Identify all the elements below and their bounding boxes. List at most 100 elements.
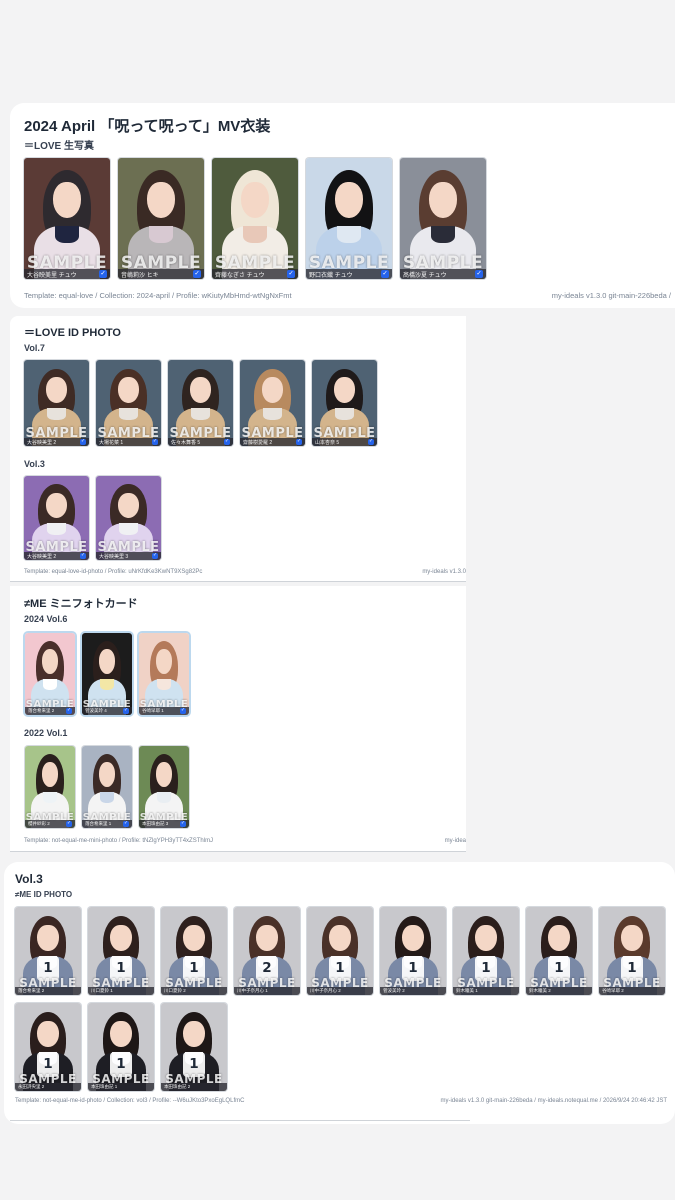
collection-subtitle: ≠ME ID PHOTO [15, 890, 73, 899]
photo-card[interactable]: SAMPLE 野口衣織 チュウ ✓ [306, 158, 392, 279]
member-name-bar: 大谷映美里 2 ✓ [24, 552, 89, 560]
photo-card[interactable]: 1 SAMPLE 鈴木瞳美 1 [453, 907, 519, 995]
collection-card-2024-april: 2024 April 「呪って呪って」MV衣装 ＝LOVE 生写真 SAMPLE… [10, 103, 675, 308]
group-label-vol7: Vol.7 [24, 343, 45, 353]
photo-card[interactable]: SAMPLE 菅波美玲 4 ✓ [82, 633, 132, 715]
photo-card[interactable]: 1 SAMPLE 川中子奈月心 2 [307, 907, 373, 995]
member-name-bar: 鈴木瞳美 1 [453, 987, 519, 995]
photo-card[interactable]: 1 SAMPLE 川口夏鈴 1 [88, 907, 154, 995]
photo-card[interactable]: 1 SAMPLE 本田珠由記 2 [161, 1003, 227, 1091]
member-name: 川中子奈月心 2 [310, 988, 341, 993]
member-name-bar: 大場花菜 1 ✓ [96, 438, 161, 446]
photo-card[interactable]: SAMPLE 音嶋莉沙 ヒキ ✓ [118, 158, 204, 279]
version-footer: my-ideals v1.3.0 git-main-226beda / my-i… [440, 1098, 667, 1104]
member-name-bar: 菅波美玲 2 [380, 987, 446, 995]
photo-card[interactable]: 1 SAMPLE 川口夏鈴 2 [161, 907, 227, 995]
photo-card[interactable]: SAMPLE 齋藤樹愛羅 2 ✓ [240, 360, 305, 446]
member-name-bar: 髙橋沙夏 チュウ ✓ [400, 269, 486, 279]
member-name: 永田詩央里 2 [18, 1084, 45, 1089]
photo-card[interactable]: SAMPLE 山本杏奈 5 ✓ [312, 360, 377, 446]
member-name-bar: 大谷映美里 3 ✓ [96, 552, 161, 560]
owned-check-icon[interactable]: ✓ [152, 439, 158, 445]
collection-subtitle: ＝LOVE 生写真 [24, 141, 95, 152]
collection-card-equal-love-id-photo: ＝LOVE ID PHOTO Vol.7 Vol.3 SAMPLE 大谷映美里 2… [10, 316, 466, 582]
owned-check-icon[interactable]: ✓ [368, 439, 374, 445]
member-name: 菅波美玲 2 [383, 988, 405, 993]
member-name-bar: 本田珠由記 1 [88, 1083, 154, 1091]
member-name: 齊藤なぎさ チュウ [215, 272, 265, 279]
member-name-bar: 谷崎早耶 1 ✓ [139, 707, 189, 715]
photo-card[interactable]: 1 SAMPLE 谷崎早耶 2 [599, 907, 665, 995]
member-name-bar: 齊藤なぎさ チュウ ✓ [212, 269, 298, 279]
photo-card[interactable]: 1 SAMPLE 落合希来里 2 [15, 907, 81, 995]
owned-check-icon[interactable]: ✓ [180, 708, 186, 714]
member-name-bar: 川口夏鈴 2 [161, 987, 227, 995]
version-footer: my-ideals v1.3.0 [422, 569, 466, 575]
photo-card[interactable]: SAMPLE 大谷映美里 2 ✓ [24, 360, 89, 446]
divider [10, 1120, 470, 1121]
collection-card-not-equal-me-id-photo: Vol.3 ≠ME ID PHOTO 1 SAMPLE 落合希来里 2 1 SAMPLE… [4, 862, 675, 1124]
member-name-bar: 大谷映美里 2 ✓ [24, 438, 89, 446]
photo-card[interactable]: SAMPLE 髙橋沙夏 チュウ ✓ [400, 158, 486, 279]
photo-card[interactable]: SAMPLE 本田珠由記 3 ✓ [139, 746, 189, 828]
photo-card[interactable]: SAMPLE 落合希来里 1 ✓ [82, 746, 132, 828]
template-footer: Template: not-equal-me-id-photo / Collec… [15, 1098, 245, 1104]
photo-card[interactable]: SAMPLE 落合希来里 2 ✓ [25, 633, 75, 715]
member-name: 落合希来里 1 [85, 821, 112, 826]
collection-title: 2024 April 「呪って呪って」MV衣装 [24, 118, 271, 135]
owned-check-icon[interactable]: ✓ [123, 821, 129, 827]
collection-title: Vol.3 [15, 872, 43, 886]
photo-card[interactable]: SAMPLE 谷崎早耶 1 ✓ [139, 633, 189, 715]
version-footer: my-idea [444, 838, 466, 844]
member-name: 鈴木瞳美 1 [456, 988, 478, 993]
member-name: 本田珠由記 2 [164, 1084, 191, 1089]
collection-title: ≠ME ミニフォトカード [24, 598, 138, 610]
member-name-bar: 櫻井紗彩 2 ✓ [25, 820, 75, 828]
photo-card[interactable]: 1 SAMPLE 永田詩央里 2 [15, 1003, 81, 1091]
member-name: 大谷映美里 2 [27, 553, 57, 560]
member-name: 本田珠由記 1 [91, 1084, 118, 1089]
member-name: 鈴木瞳美 2 [529, 988, 551, 993]
photo-card[interactable]: SAMPLE 大谷映美里 2 ✓ [24, 476, 89, 560]
collection-card-not-equal-me-mini-photo: ≠ME ミニフォトカード 2024 Vol.6 2022 Vol.1 SAMPL… [10, 586, 466, 852]
owned-check-icon[interactable]: ✓ [152, 553, 158, 559]
photo-card[interactable]: SAMPLE 佐々木舞香 5 ✓ [168, 360, 233, 446]
photo-card[interactable]: SAMPLE 齊藤なぎさ チュウ ✓ [212, 158, 298, 279]
member-name-bar: 谷崎早耶 2 [599, 987, 665, 995]
owned-check-icon[interactable]: ✓ [180, 821, 186, 827]
owned-check-icon[interactable]: ✓ [475, 270, 483, 278]
owned-check-icon[interactable]: ✓ [80, 439, 86, 445]
member-name-bar: 落合希来里 2 [15, 987, 81, 995]
member-name: 菅波美玲 4 [85, 708, 107, 713]
owned-check-icon[interactable]: ✓ [296, 439, 302, 445]
owned-check-icon[interactable]: ✓ [66, 708, 72, 714]
owned-check-icon[interactable]: ✓ [123, 708, 129, 714]
photo-card[interactable]: 2 SAMPLE 川中子奈月心 1 [234, 907, 300, 995]
photo-card[interactable]: 1 SAMPLE 鈴木瞳美 2 [526, 907, 592, 995]
member-name-bar: 菅波美玲 4 ✓ [82, 707, 132, 715]
owned-check-icon[interactable]: ✓ [224, 439, 230, 445]
member-name: 大谷映美里 2 [27, 439, 57, 446]
member-name: 大場花菜 1 [99, 439, 124, 446]
photo-card[interactable]: SAMPLE 櫻井紗彩 2 ✓ [25, 746, 75, 828]
owned-check-icon[interactable]: ✓ [80, 553, 86, 559]
photo-card[interactable]: SAMPLE 大谷映美里 3 ✓ [96, 476, 161, 560]
photo-card[interactable]: 1 SAMPLE 菅波美玲 2 [380, 907, 446, 995]
member-name: 佐々木舞香 5 [171, 439, 201, 446]
template-footer: Template: not-equal-me-mini-photo / Prof… [24, 838, 214, 844]
member-name: 大谷映美里 3 [99, 553, 129, 560]
photo-card[interactable]: SAMPLE 大場花菜 1 ✓ [96, 360, 161, 446]
owned-check-icon[interactable]: ✓ [193, 270, 201, 278]
owned-check-icon[interactable]: ✓ [66, 821, 72, 827]
owned-check-icon[interactable]: ✓ [99, 270, 107, 278]
owned-check-icon[interactable]: ✓ [287, 270, 295, 278]
owned-check-icon[interactable]: ✓ [381, 270, 389, 278]
photo-card[interactable]: 1 SAMPLE 本田珠由記 1 [88, 1003, 154, 1091]
member-name-bar: 本田珠由記 3 ✓ [139, 820, 189, 828]
member-name: 谷崎早耶 2 [602, 988, 624, 993]
member-name-bar: 野口衣織 チュウ ✓ [306, 269, 392, 279]
photo-card[interactable]: SAMPLE 大谷映美里 チュウ ✓ [24, 158, 110, 279]
member-name-bar: 鈴木瞳美 2 [526, 987, 592, 995]
member-name-bar: 大谷映美里 チュウ ✓ [24, 269, 110, 279]
member-name: 川口夏鈴 1 [91, 988, 113, 993]
